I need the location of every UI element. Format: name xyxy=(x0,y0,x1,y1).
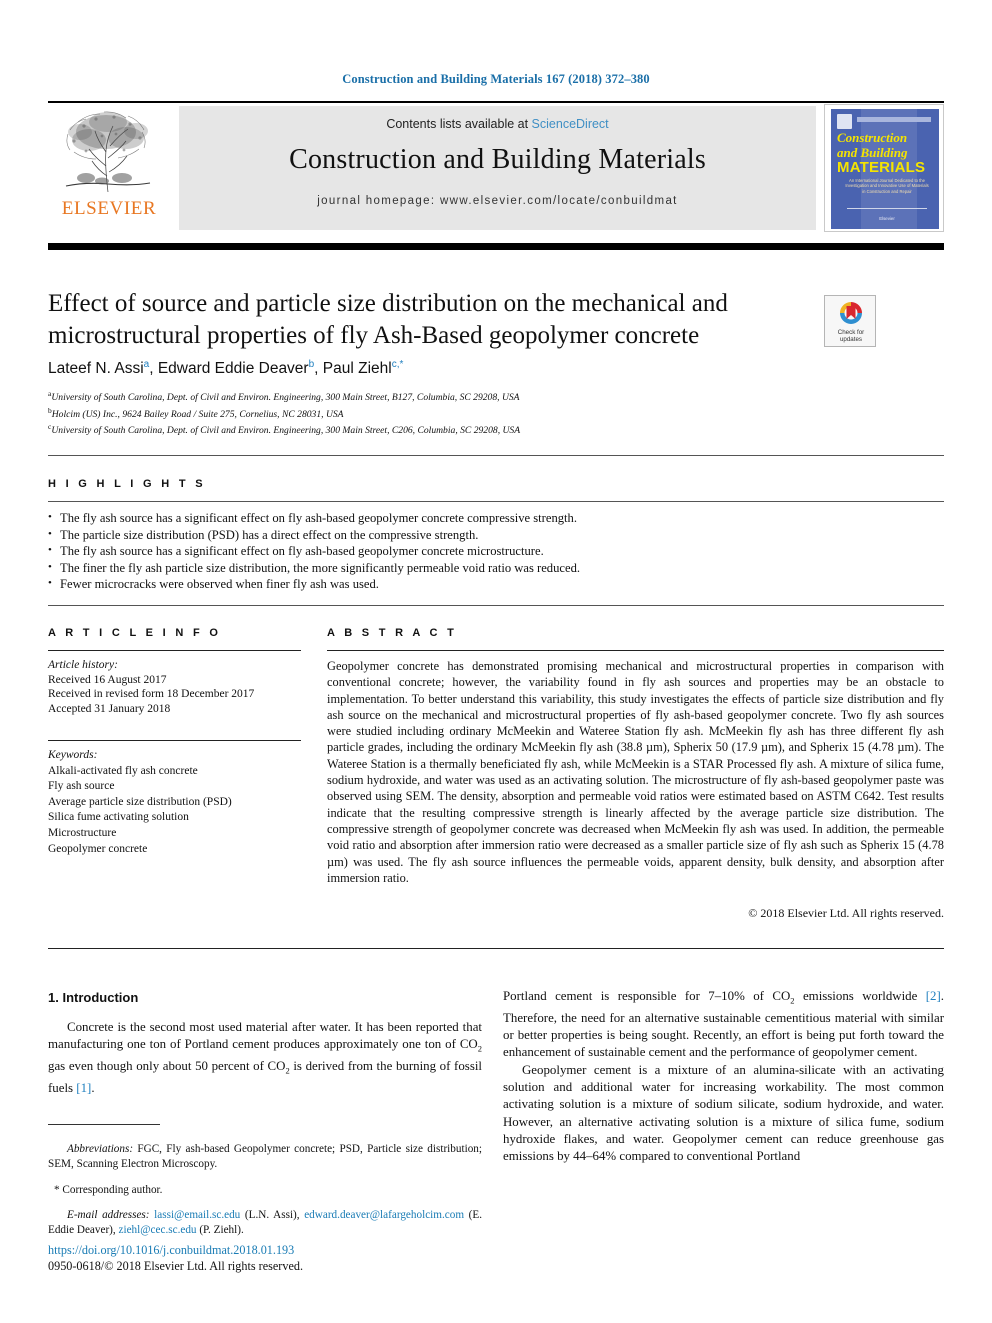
body-column-right: Portland cement is responsible for 7–10%… xyxy=(503,988,944,1166)
cover-title-line3: MATERIALS xyxy=(837,159,926,176)
affiliation-text-a: University of South Carolina, Dept. of C… xyxy=(51,392,520,404)
highlights-items: The fly ash source has a significant eff… xyxy=(48,509,928,593)
article-history: Article history: Received 16 August 2017… xyxy=(48,658,304,716)
abstract-copyright: © 2018 Elsevier Ltd. All rights reserved… xyxy=(748,906,944,920)
journal-masthead: ELSEVIER Contents lists available at Sci… xyxy=(48,102,944,232)
body-paragraph: Portland cement is responsible for 7–10%… xyxy=(503,989,945,1060)
footnote-corresponding-author: * Corresponding author. xyxy=(54,1183,163,1196)
cover-divider xyxy=(847,208,927,209)
journal-cover-thumbnail: Construction and Building MATERIALS An I… xyxy=(824,104,944,232)
crossmark-line2: updates xyxy=(839,336,863,343)
highlights-list: The fly ash source has a significant eff… xyxy=(48,509,928,593)
elsevier-tree-icon xyxy=(65,111,151,193)
footnote-emails: E-mail addresses: lassi@email.sc.edu (L.… xyxy=(48,1208,482,1237)
email-name-ziehl: (P. Ziehl). xyxy=(196,1223,244,1236)
email-name-assi: (L.N. Assi), xyxy=(240,1209,305,1222)
masthead-bottom-rule xyxy=(48,243,944,250)
paper-page: Construction and Building Materials 167 … xyxy=(0,0,992,1323)
footnote-abbreviations: Abbreviations: FGC, Fly ash-based Geopol… xyxy=(48,1142,482,1171)
section-heading-introduction: 1. Introduction xyxy=(48,990,139,1005)
abstract-heading: A B S T R A C T xyxy=(327,627,458,639)
abbreviations-label: Abbreviations: xyxy=(67,1143,134,1156)
affiliation-c: cUniversity of South Carolina, Dept. of … xyxy=(48,421,848,438)
highlight-item: Fewer microcracks were observed when fin… xyxy=(48,575,928,593)
contents-prefix: Contents lists available at xyxy=(386,117,532,131)
body-paragraph: Concrete is the second most used materia… xyxy=(48,1020,482,1096)
info-top-rule xyxy=(48,605,944,606)
crossmark-badge[interactable]: Check for updates xyxy=(824,295,876,347)
cover-background: Construction and Building MATERIALS An I… xyxy=(831,109,939,229)
highlight-item: The finer the fly ash particle size dist… xyxy=(48,559,928,577)
elsevier-logo-block: ELSEVIER xyxy=(48,106,170,230)
keyword-item: Geopolymer concrete xyxy=(48,842,148,855)
crossmark-label: Check for updates xyxy=(825,329,877,343)
cover-top-bar xyxy=(857,117,931,122)
cover-elsevier-mark xyxy=(837,114,852,129)
abstract-text: Geopolymer concrete has demonstrated pro… xyxy=(327,659,944,885)
highlight-item: The fly ash source has a significant eff… xyxy=(48,542,928,560)
journal-homepage[interactable]: journal homepage: www.elsevier.com/locat… xyxy=(179,195,816,207)
contents-line: Contents lists available at ScienceDirec… xyxy=(179,117,816,131)
keywords-rule xyxy=(48,740,301,742)
highlights-rule xyxy=(48,501,944,502)
footnotes-block: Abbreviations: FGC, Fly ash-based Geopol… xyxy=(48,1131,482,1249)
crossmark-line1: Check for xyxy=(837,329,865,336)
crossmark-icon xyxy=(840,302,862,324)
affiliation-a: aUniversity of South Carolina, Dept. of … xyxy=(48,388,848,405)
keyword-item: Fly ash source xyxy=(48,780,115,793)
abstract-rule xyxy=(327,650,944,652)
cover-title-line1: Construction xyxy=(837,130,908,145)
email-link-ziehl[interactable]: ziehl@cec.sc.edu xyxy=(119,1224,197,1236)
history-item: Received 16 August 2017 xyxy=(48,673,167,686)
highlight-item: The particle size distribution (PSD) has… xyxy=(48,526,928,544)
affiliation-text-b: Holcim (US) Inc., 9624 Bailey Road / Sui… xyxy=(51,408,344,420)
body-column-left: Concrete is the second most used materia… xyxy=(48,1019,482,1097)
journal-title: Construction and Building Materials xyxy=(289,144,706,175)
highlights-heading: H I G H L I G H T S xyxy=(48,478,206,490)
keyword-item: Silica fume activating solution xyxy=(48,811,189,824)
keywords-block: Keywords: Alkali-activated fly ash concr… xyxy=(48,748,304,857)
footnote-rule xyxy=(48,1124,160,1125)
keyword-item: Alkali-activated fly ash concrete xyxy=(48,764,198,777)
email-link-deaver[interactable]: edward.deaver@lafargeholcim.com xyxy=(304,1209,464,1221)
article-history-label: Article history: xyxy=(48,659,118,671)
email-link-assi[interactable]: lassi@email.sc.edu xyxy=(154,1209,240,1221)
article-info-heading: A R T I C L E I N F O xyxy=(48,627,222,639)
affiliation-b: bHolcim (US) Inc., 9624 Bailey Road / Su… xyxy=(48,405,848,422)
cover-title: Construction and Building MATERIALS xyxy=(837,130,933,175)
affiliations: aUniversity of South Carolina, Dept. of … xyxy=(48,388,848,438)
keyword-item: Microstructure xyxy=(48,826,117,839)
history-item: Received in revised form 18 December 201… xyxy=(48,688,255,701)
author-list: Lateef N. Assia, Edward Eddie Deaverb, P… xyxy=(48,359,404,378)
body-paragraph: Geopolymer cement is a mixture of an alu… xyxy=(503,1062,944,1164)
email-label: E-mail addresses: xyxy=(67,1209,150,1222)
abstract-bottom-rule xyxy=(48,948,944,950)
affiliation-text-c: University of South Carolina, Dept. of C… xyxy=(51,425,521,437)
journal-band: Contents lists available at ScienceDirec… xyxy=(179,106,816,230)
highlight-item: The fly ash source has a significant eff… xyxy=(48,509,928,527)
doi-block: https://doi.org/10.1016/j.conbuildmat.20… xyxy=(48,1242,482,1274)
cover-subtitle: An International Journal Dedicated to th… xyxy=(845,178,929,194)
page-title: Effect of source and particle size distr… xyxy=(48,290,728,349)
highlights-top-rule xyxy=(48,455,944,456)
issn-copyright: 0950-0618/© 2018 Elsevier Ltd. All right… xyxy=(48,1259,303,1273)
article-info-rule xyxy=(48,650,301,652)
cover-publisher: Elsevier xyxy=(879,216,895,221)
running-head: Construction and Building Materials 167 … xyxy=(342,72,650,86)
history-item: Accepted 31 January 2018 xyxy=(48,702,171,715)
doi-link[interactable]: https://doi.org/10.1016/j.conbuildmat.20… xyxy=(48,1242,482,1258)
sciencedirect-link[interactable]: ScienceDirect xyxy=(532,117,609,131)
keyword-item: Average particle size distribution (PSD) xyxy=(48,795,232,808)
elsevier-wordmark: ELSEVIER xyxy=(61,198,157,219)
keywords-label: Keywords: xyxy=(48,749,98,761)
cover-title-line2: and Building xyxy=(837,145,908,160)
